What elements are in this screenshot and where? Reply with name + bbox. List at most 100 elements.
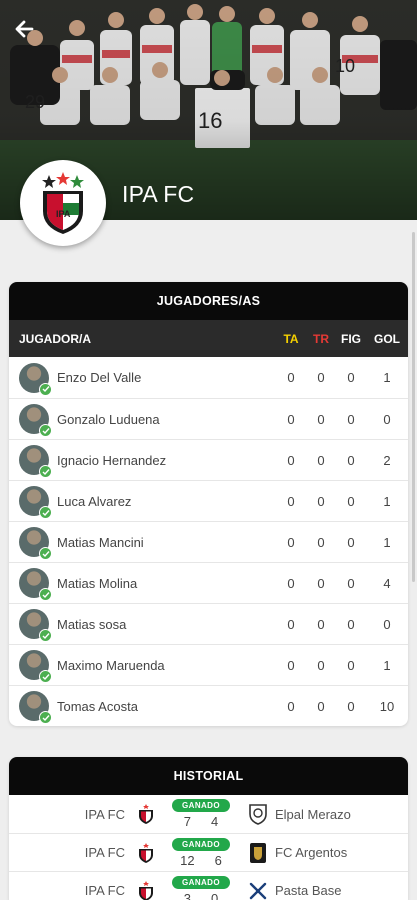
player-yellow-cards: 0 bbox=[287, 657, 295, 673]
player-name: Matias Molina bbox=[57, 575, 138, 591]
player-row[interactable]: Matias Mancini 0 0 0 1 bbox=[9, 521, 408, 562]
players-table-body: Enzo Del Valle 0 0 0 1 Gonzalo Luduena 0… bbox=[9, 357, 408, 726]
player-row[interactable]: Matias Molina 0 0 0 4 bbox=[9, 562, 408, 603]
player-goals: 1 bbox=[383, 493, 391, 509]
player-name: Maximo Maruenda bbox=[57, 657, 165, 673]
player-figure: 0 bbox=[347, 616, 355, 632]
player-figure: 0 bbox=[347, 493, 355, 509]
player-name: Ignacio Hernandez bbox=[57, 452, 167, 468]
column-red-cards: TR bbox=[313, 331, 329, 346]
result-badge: GANADO bbox=[172, 799, 230, 812]
player-avatar bbox=[19, 404, 52, 437]
player-name: Enzo Del Valle bbox=[57, 370, 142, 385]
home-team-name: IPA FC bbox=[84, 806, 125, 822]
team-crest-icon bbox=[139, 842, 153, 863]
match-score: 12 6 bbox=[180, 853, 222, 868]
match-row[interactable]: IPA FC GANADO 12 6 FC Argentos bbox=[9, 833, 408, 871]
player-goals: 10 bbox=[379, 698, 395, 714]
history-list: IPA FC GANADO 7 4 Elpal Merazo IPA FC GA… bbox=[9, 795, 408, 900]
player-goals: 1 bbox=[383, 534, 391, 550]
player-red-cards: 0 bbox=[317, 452, 325, 468]
player-row[interactable]: Enzo Del Valle 0 0 0 1 bbox=[9, 357, 408, 398]
player-goals: 1 bbox=[383, 657, 391, 673]
back-button[interactable] bbox=[10, 14, 40, 44]
player-row[interactable]: Luca Alvarez 0 0 0 1 bbox=[9, 480, 408, 521]
player-red-cards: 0 bbox=[317, 493, 325, 509]
player-figure: 0 bbox=[347, 452, 355, 468]
away-team-logo bbox=[247, 880, 269, 900]
player-row[interactable]: Gonzalo Luduena 0 0 0 0 bbox=[9, 398, 408, 439]
player-figure: 0 bbox=[347, 575, 355, 591]
verified-check-icon bbox=[39, 506, 52, 519]
verified-check-icon bbox=[39, 547, 52, 560]
column-figure: FIG bbox=[341, 331, 361, 346]
home-score: 7 bbox=[183, 814, 191, 829]
scrollbar[interactable] bbox=[412, 232, 415, 582]
player-red-cards: 0 bbox=[317, 616, 325, 632]
history-card: HISTORIAL IPA FC GANADO 7 4 Elpal Merazo… bbox=[9, 757, 408, 900]
player-goals: 0 bbox=[383, 411, 391, 427]
player-figure: 0 bbox=[347, 698, 355, 714]
home-score: 3 bbox=[183, 890, 191, 900]
player-goals: 2 bbox=[383, 452, 391, 468]
player-goals: 4 bbox=[383, 575, 391, 591]
player-red-cards: 0 bbox=[317, 575, 325, 591]
match-score: 7 4 bbox=[184, 814, 218, 829]
players-card-title: JUGADORES/AS bbox=[9, 282, 408, 320]
away-score: 4 bbox=[211, 814, 219, 829]
player-name: Matias Mancini bbox=[57, 534, 144, 550]
shield-crest-icon bbox=[249, 804, 267, 825]
player-row[interactable]: Matias sosa 0 0 0 0 bbox=[9, 603, 408, 644]
players-card: JUGADORES/AS JUGADOR/A TA TR FIG GOL Enz… bbox=[9, 282, 408, 726]
player-avatar bbox=[19, 362, 52, 396]
history-card-title: HISTORIAL bbox=[9, 757, 408, 795]
player-yellow-cards: 0 bbox=[287, 698, 295, 714]
player-name: Tomas Acosta bbox=[57, 698, 138, 714]
player-goals: 0 bbox=[383, 616, 391, 632]
player-avatar bbox=[19, 691, 52, 724]
player-avatar bbox=[19, 650, 52, 683]
home-team-name: IPA FC bbox=[84, 845, 125, 860]
player-row[interactable]: Maximo Maruenda 0 0 0 1 bbox=[9, 644, 408, 685]
player-red-cards: 0 bbox=[317, 657, 325, 673]
verified-check-icon bbox=[39, 382, 52, 396]
match-score: 3 0 bbox=[184, 891, 218, 900]
away-team-name: FC Argentos bbox=[275, 845, 348, 860]
player-red-cards: 0 bbox=[317, 370, 325, 385]
players-table-header: JUGADOR/A TA TR FIG GOL bbox=[9, 320, 408, 357]
player-yellow-cards: 0 bbox=[287, 370, 295, 385]
match-row[interactable]: IPA FC GANADO 7 4 Elpal Merazo bbox=[9, 795, 408, 833]
player-red-cards: 0 bbox=[317, 411, 325, 427]
player-name: Luca Alvarez bbox=[57, 493, 132, 509]
away-team-logo bbox=[247, 803, 269, 825]
result-badge: GANADO bbox=[172, 875, 230, 889]
away-score: 6 bbox=[214, 852, 222, 868]
column-player: JUGADOR/A bbox=[19, 331, 92, 346]
player-yellow-cards: 0 bbox=[287, 452, 295, 468]
player-figure: 0 bbox=[347, 370, 355, 385]
player-avatar bbox=[19, 486, 52, 519]
crossed-sticks-icon bbox=[249, 882, 267, 899]
player-avatar bbox=[19, 568, 52, 601]
player-yellow-cards: 0 bbox=[287, 616, 295, 632]
gold-crest-icon bbox=[250, 842, 266, 863]
player-figure: 0 bbox=[347, 657, 355, 673]
team-crest-icon bbox=[139, 804, 153, 824]
match-row[interactable]: IPA FC GANADO 3 0 Pasta Base bbox=[9, 871, 408, 900]
player-row[interactable]: Tomas Acosta 0 0 0 10 bbox=[9, 685, 408, 726]
match-result: GANADO 7 4 bbox=[155, 799, 247, 829]
player-name: Gonzalo Luduena bbox=[57, 411, 160, 427]
column-goals: GOL bbox=[374, 331, 400, 346]
home-team-name: IPA FC bbox=[84, 883, 125, 898]
column-yellow-cards: TA bbox=[283, 331, 299, 346]
verified-check-icon bbox=[39, 670, 52, 683]
verified-check-icon bbox=[39, 465, 52, 478]
away-team-name: Elpal Merazo bbox=[275, 806, 351, 822]
verified-check-icon bbox=[39, 424, 52, 437]
svg-text:IPA: IPA bbox=[56, 209, 71, 219]
verified-check-icon bbox=[39, 711, 52, 724]
result-badge: GANADO bbox=[172, 837, 230, 851]
team-crest-icon: IPA bbox=[42, 172, 84, 234]
player-row[interactable]: Ignacio Hernandez 0 0 0 2 bbox=[9, 439, 408, 480]
home-score: 12 bbox=[180, 852, 195, 868]
